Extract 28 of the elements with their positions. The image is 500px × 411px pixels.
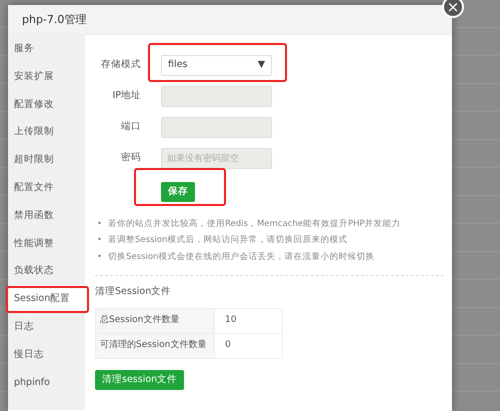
bullet-icon: • [97,235,102,246]
sidebar-item[interactable]: 服务 [8,35,85,63]
bullet-icon: • [97,252,102,263]
sidebar-item[interactable]: 安装扩展 [8,62,85,91]
note-text: 切换Session模式会使在线的用户会话丢失，请在流量小的时候切换 [108,252,374,263]
table-cell: 0 [214,333,282,358]
sidebar-item[interactable]: 性能调整 [8,230,85,258]
storage-select[interactable]: files ▼ [161,55,272,76]
note-text: 若你的站点并发比较高，使用Redis，Memcache能有效提升PHP并发能力 [108,218,401,230]
section-title: 清理Session文件 [95,284,172,298]
field-label: 密码 [120,151,142,166]
sidebar-item[interactable]: 慢日志 [8,340,85,369]
field-label: 存储模式 [100,58,142,72]
table-cell: 10 [214,308,282,334]
note-text: 若调整Session模式后，网站访问异常，请切换回原来的模式 [108,235,348,246]
table-cell: 可清理的Session文件数量 [96,333,214,358]
sidebar-item[interactable]: 上传限制 [8,118,85,146]
bullet-icon: • [97,218,102,230]
table-cell: 总Session文件数量 [96,308,214,334]
sidebar-item[interactable]: 日志 [8,312,85,341]
sidebar-item[interactable]: phpinfo [8,368,85,396]
sidebar-item[interactable]: 配置修改 [8,90,85,118]
sidebar-item[interactable]: 负载状态 [8,257,85,286]
sidebar-item[interactable]: 超时限制 [8,146,85,174]
sidebar-item[interactable]: 配置文件 [8,174,85,202]
sidebar-item[interactable]: 禁用函数 [8,202,85,230]
field-label: IP地址 [111,89,142,104]
field-label: 端口 [120,120,142,134]
